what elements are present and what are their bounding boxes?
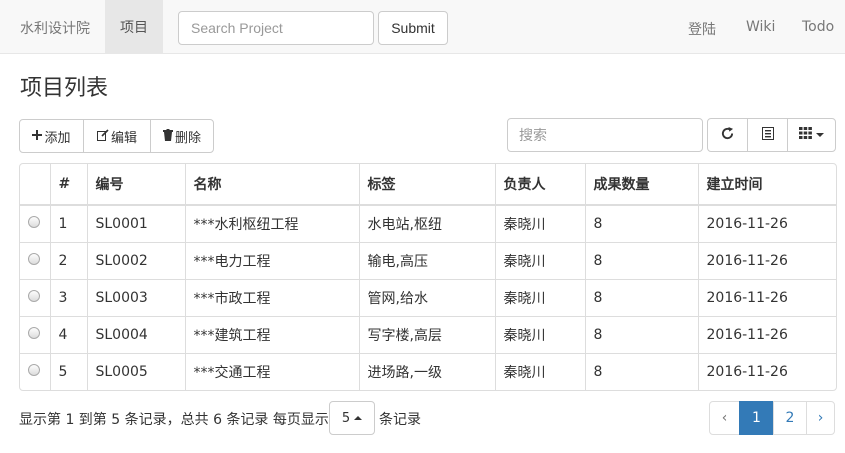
row-select-cell (20, 315, 50, 353)
table-row[interactable]: 1 SL0001 ***水利枢纽工程 水电站,枢纽 秦晓川 8 2016-11-… (20, 205, 836, 242)
chevron-down-icon (816, 133, 824, 137)
row-radio[interactable] (28, 290, 40, 302)
nav-item-login[interactable]: 登陆 (688, 19, 716, 39)
cell-code: SL0001 (86, 205, 185, 242)
row-radio[interactable] (28, 253, 40, 265)
cell-results-count: 8 (584, 278, 698, 316)
cell-results-count: 8 (584, 352, 698, 390)
cell-results-count: 8 (584, 315, 698, 353)
cell-results-count: 8 (584, 205, 698, 242)
cell-index: 3 (49, 278, 87, 316)
row-select-cell (20, 205, 50, 242)
pagination-next[interactable]: › (806, 401, 835, 435)
page-title: 项目列表 (20, 76, 109, 101)
column-header-index[interactable]: # (49, 164, 87, 206)
edit-icon (96, 128, 109, 144)
add-button[interactable]: 添加 (19, 119, 84, 153)
cell-created-at: 2016-11-26 (697, 278, 836, 316)
select-column-header (20, 164, 50, 206)
toolbar-action-group: 添加 编辑 删除 (19, 119, 214, 153)
cell-name: ***交通工程 (184, 352, 359, 390)
table-tools-group (707, 118, 836, 152)
refresh-button[interactable] (707, 118, 748, 152)
table-row[interactable]: 3 SL0003 ***市政工程 管网,给水 秦晓川 8 2016-11-26 (20, 278, 836, 316)
column-header-code[interactable]: 编号 (86, 164, 185, 206)
columns-dropdown-button[interactable] (787, 118, 836, 152)
column-header-tags[interactable]: 标签 (358, 164, 495, 206)
edit-button-label: 编辑 (110, 130, 137, 146)
project-search-input[interactable] (178, 11, 374, 45)
cell-owner: 秦晓川 (494, 241, 585, 279)
caret-up-icon (354, 416, 363, 420)
pagination-page-2[interactable]: 2 (773, 401, 807, 435)
cell-index: 5 (49, 352, 87, 390)
cell-name: ***电力工程 (184, 241, 359, 279)
table-header-row: # 编号 名称 标签 负责人 成果数量 建立时间 (20, 164, 836, 206)
cell-tags: 输电,高压 (358, 241, 495, 279)
pagination-prev[interactable]: ‹ (709, 401, 740, 435)
row-radio[interactable] (28, 327, 40, 339)
projects-table: # 编号 名称 标签 负责人 成果数量 建立时间 1 SL0001 ***水利枢… (19, 163, 837, 391)
page-size-dropdown[interactable]: 5 (329, 401, 375, 435)
row-select-cell (20, 278, 50, 316)
plus-icon (32, 129, 43, 143)
cell-tags: 写字楼,高层 (358, 315, 495, 353)
column-header-name[interactable]: 名称 (184, 164, 359, 206)
table-row[interactable]: 4 SL0004 ***建筑工程 写字楼,高层 秦晓川 8 2016-11-26 (20, 315, 836, 353)
pagination-page-1[interactable]: 1 (739, 401, 774, 435)
table-row[interactable]: 5 SL0005 ***交通工程 进场路,一级 秦晓川 8 2016-11-26 (20, 352, 836, 390)
cell-created-at: 2016-11-26 (697, 241, 836, 279)
cell-code: SL0002 (86, 241, 185, 279)
cell-index: 2 (49, 241, 87, 279)
cell-created-at: 2016-11-26 (697, 205, 836, 242)
cell-code: SL0003 (86, 278, 185, 316)
grid-columns-icon (799, 127, 812, 143)
delete-button[interactable]: 删除 (150, 119, 214, 153)
cell-tags: 管网,给水 (358, 278, 495, 316)
table-row[interactable]: 2 SL0002 ***电力工程 输电,高压 秦晓川 8 2016-11-26 (20, 241, 836, 279)
cell-owner: 秦晓川 (494, 315, 585, 353)
cell-owner: 秦晓川 (494, 278, 585, 316)
row-radio[interactable] (28, 364, 40, 377)
cell-results-count: 8 (584, 241, 698, 279)
toggle-view-button[interactable] (747, 118, 788, 152)
edit-button[interactable]: 编辑 (83, 119, 151, 153)
cell-tags: 进场路,一级 (358, 352, 495, 390)
delete-button-label: 删除 (174, 130, 201, 146)
column-header-owner[interactable]: 负责人 (494, 164, 585, 206)
cell-created-at: 2016-11-26 (697, 315, 836, 353)
cell-index: 1 (49, 205, 87, 242)
refresh-icon (721, 126, 734, 144)
cell-owner: 秦晓川 (494, 205, 585, 242)
cell-name: ***水利枢纽工程 (184, 205, 359, 242)
row-select-cell (20, 241, 50, 279)
cell-code: SL0005 (86, 352, 185, 390)
table-search-input[interactable] (507, 118, 703, 152)
cell-created-at: 2016-11-26 (697, 352, 836, 390)
column-header-results-count[interactable]: 成果数量 (584, 164, 698, 206)
list-view-icon (761, 126, 774, 144)
pagination: ‹ 1 2 › (709, 401, 835, 435)
nav-item-wiki[interactable]: Wiki (746, 19, 775, 35)
trash-icon (162, 128, 173, 144)
cell-owner: 秦晓川 (494, 352, 585, 390)
cell-name: ***市政工程 (184, 278, 359, 316)
row-radio[interactable] (28, 216, 40, 229)
nav-item-todo[interactable]: Todo (802, 19, 834, 35)
cell-name: ***建筑工程 (184, 315, 359, 353)
column-header-created-at[interactable]: 建立时间 (697, 164, 836, 206)
navbar-brand[interactable]: 水利设计院 (20, 18, 90, 38)
submit-button[interactable]: Submit (378, 11, 448, 45)
navbar: 水利设计院 项目 Submit 登陆 Wiki Todo (0, 0, 845, 54)
page-size-suffix: 条记录 (379, 412, 421, 428)
cell-index: 4 (49, 315, 87, 353)
page-size-value: 5 (341, 410, 351, 426)
cell-tags: 水电站,枢纽 (358, 205, 495, 242)
add-button-label: 添加 (44, 130, 71, 146)
pagination-info: 显示第 1 到第 5 条记录，总共 6 条记录 每页显示 (19, 412, 329, 428)
nav-item-projects[interactable]: 项目 (105, 0, 163, 53)
cell-code: SL0004 (86, 315, 185, 353)
row-select-cell (20, 352, 50, 390)
